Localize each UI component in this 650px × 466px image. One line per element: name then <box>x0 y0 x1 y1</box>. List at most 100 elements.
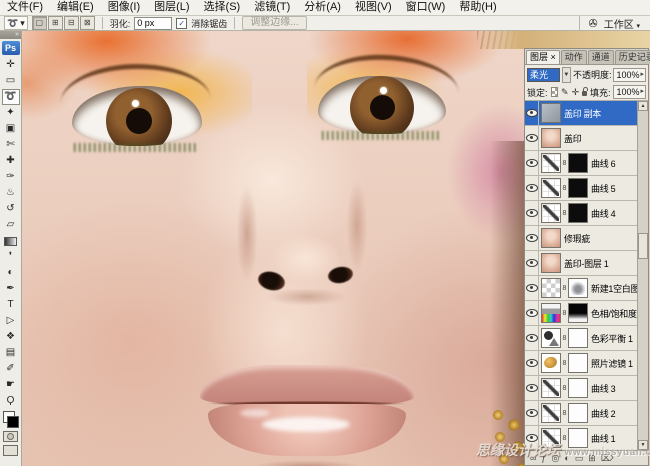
crop-tool[interactable]: ▣ <box>2 121 20 137</box>
workspace-button[interactable]: 工作区 ▾ <box>604 16 640 31</box>
layer-row[interactable]: 盖印 副本 <box>525 101 637 126</box>
visibility-cell[interactable] <box>525 376 539 400</box>
layer-row[interactable]: 8 曲线 1 <box>525 426 637 450</box>
eye-icon[interactable] <box>525 384 538 392</box>
layer-row[interactable]: 8 照片滤镜 1 <box>525 351 637 376</box>
visibility-cell[interactable] <box>525 351 539 375</box>
eye-icon[interactable] <box>525 209 538 217</box>
opacity-spinner[interactable]: ▸ <box>640 69 644 81</box>
layer-thumbnail[interactable] <box>541 278 561 298</box>
lock-transparency-icon[interactable] <box>550 87 559 97</box>
screen-mode-button[interactable] <box>3 445 18 456</box>
layer-thumbnail[interactable] <box>541 353 561 373</box>
layer-row[interactable]: 盖印-图层 1 <box>525 251 637 276</box>
blur-tool[interactable]: ❜ <box>2 249 20 265</box>
visibility-cell[interactable] <box>525 301 539 325</box>
zoom-tool[interactable]: Ϙ <box>2 393 20 409</box>
layer-row[interactable]: 8 曲线 2 <box>525 401 637 426</box>
layer-name[interactable]: 曲线 5 <box>588 182 637 195</box>
layer-name[interactable]: 盖印 副本 <box>561 107 637 120</box>
eyedropper-tool[interactable]: ✐ <box>2 361 20 377</box>
scroll-down-button[interactable]: ▼ <box>638 440 648 450</box>
type-tool[interactable]: T <box>2 297 20 313</box>
layer-name[interactable]: 新建1空白图层 <box>588 282 637 295</box>
eye-icon[interactable] <box>525 334 538 342</box>
layer-thumbnail[interactable] <box>541 178 561 198</box>
layer-mask-thumbnail[interactable] <box>568 353 588 373</box>
bridge-icon[interactable]: ✇ <box>588 17 597 30</box>
link-layers-icon[interactable]: ∞ <box>530 452 536 464</box>
layer-mask-thumbnail[interactable] <box>568 203 588 223</box>
layer-style-icon[interactable]: ƒ <box>541 452 546 464</box>
eye-icon[interactable] <box>525 309 538 317</box>
tab-图层[interactable]: 图层 × <box>526 50 560 64</box>
tab-动作[interactable]: 动作 <box>560 50 587 64</box>
menu-item-文[interactable]: 文件(F) <box>0 0 50 15</box>
dodge-tool[interactable]: ◐ <box>2 265 20 281</box>
visibility-cell[interactable] <box>525 276 539 300</box>
tab-通道[interactable]: 通道 <box>587 50 614 64</box>
layer-name[interactable]: 色彩平衡 1 <box>588 332 637 345</box>
quick-mask-button[interactable] <box>3 431 18 442</box>
layer-row[interactable]: 修瑕疵 <box>525 226 637 251</box>
layer-mask-thumbnail[interactable] <box>568 178 588 198</box>
path-select-tool[interactable]: ▷ <box>2 313 20 329</box>
layer-mask-thumbnail[interactable] <box>568 403 588 423</box>
visibility-cell[interactable] <box>525 201 539 225</box>
new-group-icon[interactable]: ▭ <box>575 452 584 464</box>
visibility-cell[interactable] <box>525 401 539 425</box>
layer-name[interactable]: 照片滤镜 1 <box>588 357 637 370</box>
eye-icon[interactable] <box>525 259 538 267</box>
shape-tool[interactable]: ❖ <box>2 329 20 345</box>
eye-icon[interactable] <box>525 109 538 117</box>
layer-name[interactable]: 曲线 6 <box>588 157 637 170</box>
layer-row[interactable]: 8 曲线 4 <box>525 201 637 226</box>
scroll-up-button[interactable]: ▲ <box>638 101 648 111</box>
layer-thumbnail[interactable] <box>541 253 561 273</box>
healing-brush-tool[interactable]: ✚ <box>2 153 20 169</box>
eraser-tool[interactable]: ▱ <box>2 217 20 233</box>
slice-tool[interactable]: ✄ <box>2 137 20 153</box>
new-selection-button[interactable]: ▢ <box>31 16 47 30</box>
subtract-from-selection-button[interactable]: ⊟ <box>63 16 79 30</box>
move-tool[interactable]: ✛ <box>2 57 20 73</box>
add-mask-icon[interactable]: ◎ <box>551 452 559 464</box>
lock-pixels-icon[interactable]: ✎ <box>561 87 569 97</box>
marquee-tool[interactable]: ▭ <box>2 73 20 89</box>
layer-thumbnail[interactable] <box>541 428 561 448</box>
history-brush-tool[interactable]: ↺ <box>2 201 20 217</box>
menu-item-编[interactable]: 编辑(E) <box>50 0 101 15</box>
pen-tool[interactable]: ✒ <box>2 281 20 297</box>
scroll-thumb[interactable] <box>638 233 648 259</box>
brush-tool[interactable]: ✑ <box>2 169 20 185</box>
visibility-cell[interactable] <box>525 426 539 450</box>
layer-mask-thumbnail[interactable] <box>568 328 588 348</box>
layer-thumbnail[interactable] <box>541 203 561 223</box>
layer-row[interactable]: 8 色彩平衡 1 <box>525 326 637 351</box>
layer-thumbnail[interactable] <box>541 103 561 123</box>
layer-row[interactable]: 盖印 <box>525 126 637 151</box>
eye-icon[interactable] <box>525 284 538 292</box>
layer-thumbnail[interactable] <box>541 128 561 148</box>
hand-tool[interactable]: ☛ <box>2 377 20 393</box>
add-to-selection-button[interactable]: ⊞ <box>47 16 63 30</box>
visibility-cell[interactable] <box>525 226 539 250</box>
layer-thumbnail[interactable] <box>541 328 561 348</box>
menu-item-视[interactable]: 视图(V) <box>348 0 399 15</box>
layer-name[interactable]: 盖印-图层 1 <box>561 257 637 270</box>
menu-item-图[interactable]: 图层(L) <box>147 0 196 15</box>
eye-icon[interactable] <box>525 184 538 192</box>
layer-name[interactable]: 曲线 1 <box>588 432 637 445</box>
adjustment-layer-icon[interactable]: ◐ <box>564 452 569 464</box>
eye-icon[interactable] <box>525 434 538 442</box>
toolbox-grip[interactable]: » <box>0 31 21 39</box>
eye-icon[interactable] <box>525 234 538 242</box>
layer-thumbnail[interactable] <box>541 378 561 398</box>
lock-all-icon[interactable] <box>582 87 588 96</box>
layer-mask-thumbnail[interactable] <box>568 278 588 298</box>
gradient-tool[interactable] <box>2 233 20 249</box>
eye-icon[interactable] <box>525 134 538 142</box>
eye-icon[interactable] <box>525 159 538 167</box>
magic-wand-tool[interactable]: ✦ <box>2 105 20 121</box>
menu-item-滤[interactable]: 滤镜(T) <box>247 0 297 15</box>
